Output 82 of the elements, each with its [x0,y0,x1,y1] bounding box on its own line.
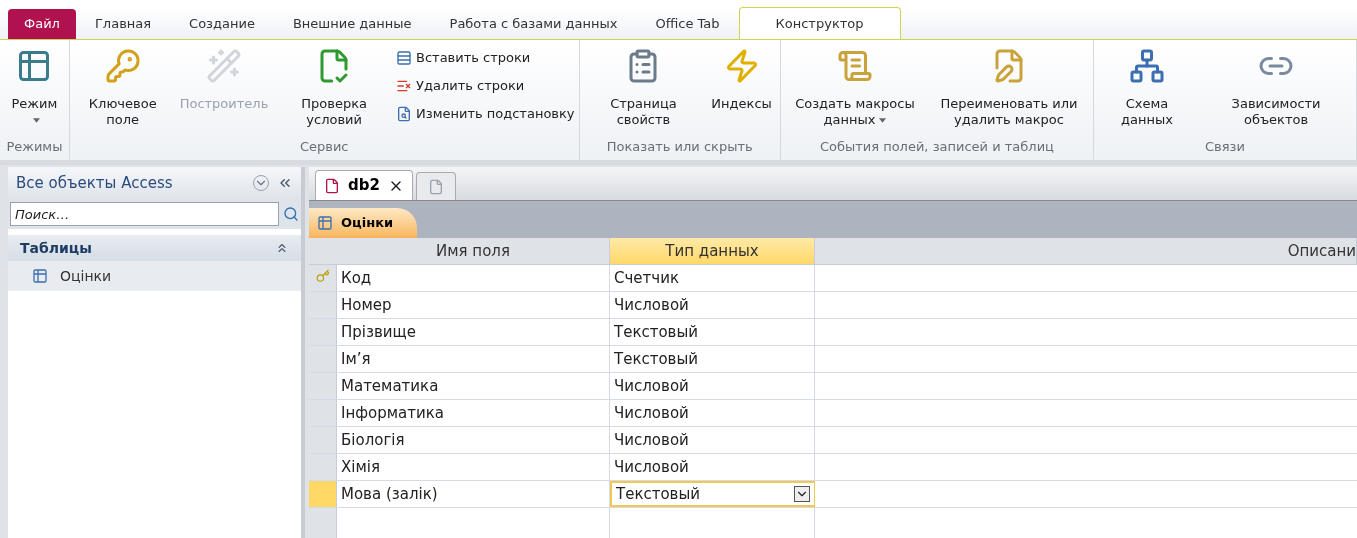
ribbon-button[interactable]: Индексы [707,40,776,136]
row-selector[interactable] [309,292,337,318]
pane-title: Все объекты Access [16,172,174,194]
table-cell[interactable]: Текстовый [610,319,815,345]
delete-rows-icon [396,78,412,94]
group-label: Режимы [5,137,64,156]
table-cell[interactable]: Математика [337,373,610,399]
table-icon [32,268,48,284]
key-icon [104,48,141,84]
ribbon-button[interactable]: Проверка условий [276,40,392,136]
table-cell[interactable]: Числовой [610,400,815,426]
table-cell[interactable]: Числовой [610,427,815,453]
search-icon[interactable] [283,206,299,222]
menu-tab[interactable]: Файл [8,9,76,39]
cell-value: Числовой [614,294,689,316]
insert-rows-icon [396,50,412,66]
menu-tab[interactable]: Конструктор [738,7,901,39]
group-label: Сервис [298,137,350,156]
row-selector[interactable] [309,265,337,291]
access-file-icon [324,177,340,194]
collapse-icon[interactable] [275,241,289,255]
group-label: Показать или скрыть [605,137,754,156]
blank-page-icon [427,178,444,195]
cell-value: Текстовый [614,321,699,343]
table-cell[interactable]: Номер [337,292,610,318]
cell-value: Числовой [614,429,689,451]
row-selector[interactable] [309,508,337,538]
lookup-icon [396,106,412,122]
group-label: События полей, записей и таблиц [818,137,1055,156]
ribbon-button[interactable]: Создать макросы данных [784,40,925,136]
table-cell[interactable]: Текстовый [610,346,815,372]
cell-value: Числовой [614,456,689,478]
row-selector[interactable] [309,400,337,426]
table-icon [317,215,333,231]
ribbon-button[interactable]: Зависимости объектов [1200,40,1352,136]
table-cell[interactable]: Інформатика [337,400,610,426]
menu-tab[interactable]: Office Tab [636,9,739,39]
group-label: Связи [1204,137,1246,156]
table-cell[interactable]: Текстовый [610,481,815,507]
cell-value: Текстовый [616,483,701,505]
relationship-icon [1129,48,1166,84]
nav-item[interactable]: Оцінки [8,261,301,291]
object-tab[interactable]: Оцінки [309,208,418,238]
table-cell[interactable]: Числовой [610,373,815,399]
menu-tab[interactable]: Главная [75,9,171,39]
row-selector[interactable] [309,454,337,480]
ribbon-button[interactable]: Переименовать или удалить макрос [929,40,1089,136]
row-selector[interactable] [309,481,337,507]
row-selector[interactable] [309,373,337,399]
table-cell[interactable]: Счетчик [610,265,815,291]
menu-tab[interactable]: Создание [170,9,274,39]
cell-value: Числовой [614,402,689,424]
new-tab-button[interactable] [415,172,456,200]
ribbon-button[interactable]: Изменить подстановку [396,100,575,128]
table-cell[interactable]: Хімія [337,454,610,480]
ribbon-button[interactable]: Схема данных [1098,40,1197,136]
column-header[interactable]: Описани [815,238,1357,264]
document-tab[interactable]: db2 [315,170,413,200]
ribbon-button[interactable]: Удалить строки [396,72,575,100]
ribbon-button[interactable]: Режим [4,40,65,136]
table-cell[interactable]: Ім’я [337,346,610,372]
wand-icon [206,48,242,84]
table-cell[interactable]: Числовой [610,454,815,480]
ribbon-button[interactable]: Ключевое поле [73,40,172,136]
table-cell[interactable]: Мова (залік) [337,481,610,507]
row-selector[interactable] [309,319,337,345]
menu-tab[interactable]: Внешние данные [273,9,431,39]
column-header[interactable]: Тип данных [610,238,815,264]
row-selector[interactable] [309,427,337,453]
ribbon-button[interactable]: Страница свойств [583,40,704,136]
ribbon-button[interactable]: Вставить строки [396,44,575,72]
table-cell[interactable]: Біологія [337,427,610,453]
cell-value: Счетчик [614,267,679,289]
row-selector[interactable] [309,346,337,372]
table-cell[interactable]: Прізвище [337,319,610,345]
key-icon [315,269,330,283]
cell-value: Текстовый [614,348,699,370]
search-field[interactable]: Поиск… [10,202,280,226]
cell-value: Числовой [614,375,689,397]
table-cell[interactable]: Числовой [610,292,815,318]
menu-tab[interactable]: Работа с базами данных [430,9,637,39]
table-cell[interactable]: Код [337,265,610,291]
